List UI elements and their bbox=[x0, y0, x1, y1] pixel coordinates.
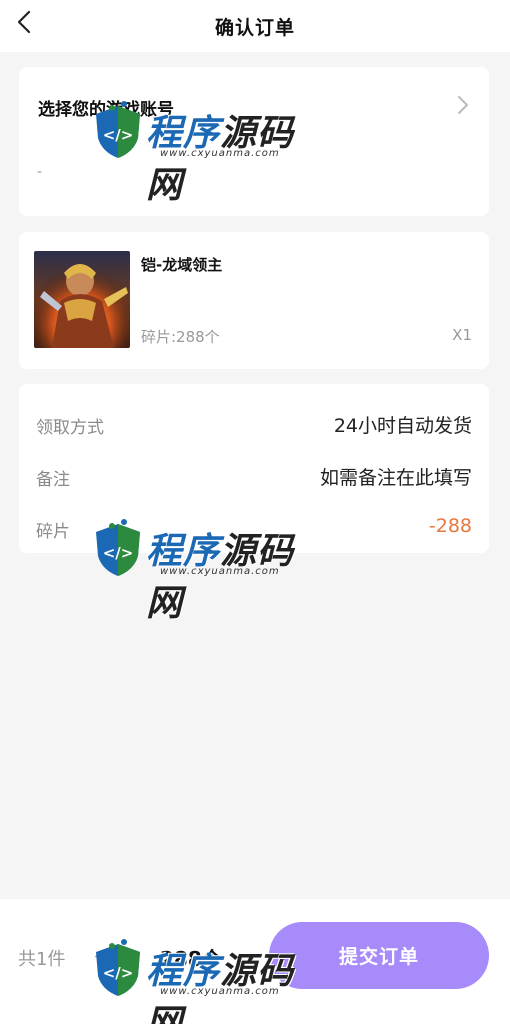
back-button[interactable] bbox=[10, 8, 38, 36]
order-confirm-page: 确认订单 选择您的游戏账号 - 铠-龙域领主 碎片:288个 X1 领取方式 2… bbox=[0, 0, 510, 1024]
total-amount: 288个 bbox=[160, 947, 222, 971]
top-nav-bar: 确认订单 bbox=[0, 0, 510, 52]
game-account-selector[interactable] bbox=[19, 67, 489, 216]
page-title: 确认订单 bbox=[214, 16, 295, 39]
total-label: 合计: bbox=[94, 949, 137, 970]
delivery-method-label: 领取方式 bbox=[36, 418, 104, 438]
fragment-label: 碎片 bbox=[36, 522, 70, 542]
remark-input[interactable]: 如需备注在此填写 bbox=[320, 463, 472, 490]
product-name: 铠-龙域领主 bbox=[141, 256, 223, 274]
chevron-right-icon bbox=[458, 96, 468, 114]
account-selector-label: 选择您的游戏账号 bbox=[38, 100, 174, 120]
product-thumbnail bbox=[34, 251, 130, 348]
account-value: - bbox=[37, 164, 43, 180]
fragment-cost-value: -288 bbox=[428, 515, 472, 537]
product-price: 碎片:288个 bbox=[141, 328, 220, 346]
item-count: 共1件 bbox=[18, 949, 66, 970]
remark-label: 备注 bbox=[36, 470, 70, 490]
product-quantity: X1 bbox=[452, 326, 472, 344]
chevron-left-icon bbox=[17, 10, 31, 34]
delivery-method-value: 24小时自动发货 bbox=[333, 415, 472, 437]
submit-order-button[interactable]: 提交订单 bbox=[269, 922, 489, 989]
